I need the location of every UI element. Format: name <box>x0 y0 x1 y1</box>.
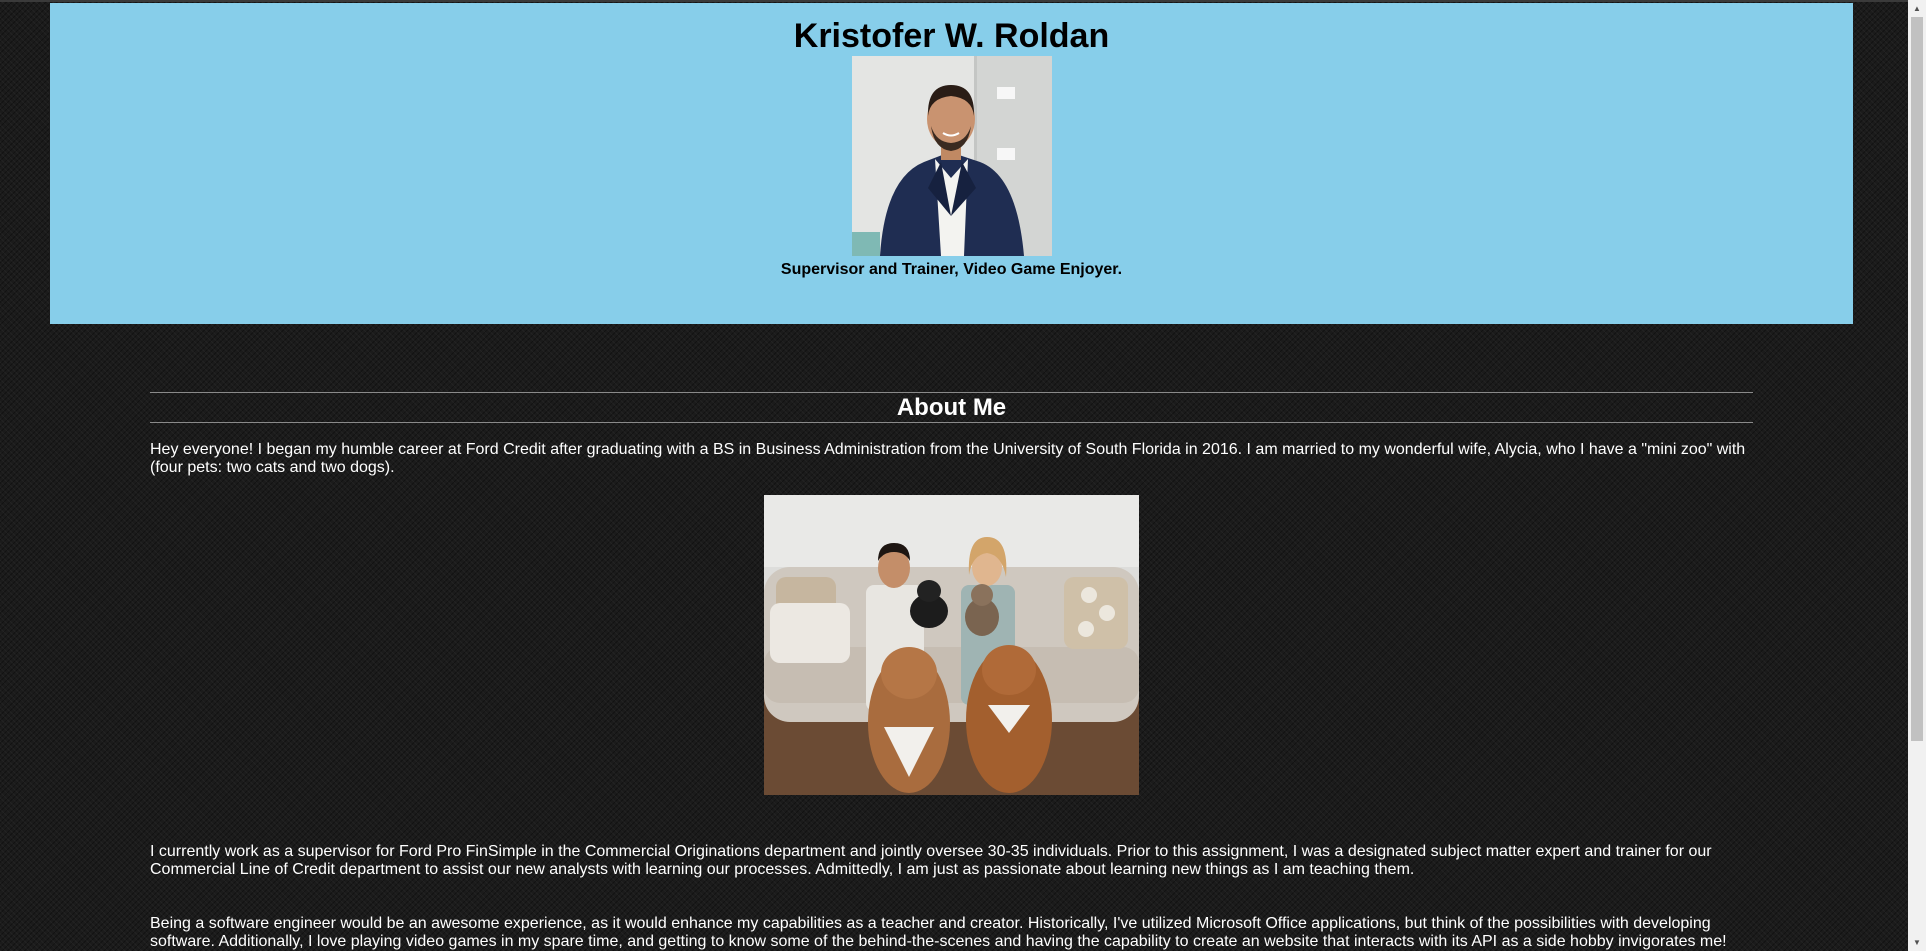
scroll-up-arrow-icon[interactable]: ▲ <box>1908 0 1926 17</box>
about-paragraph-3: Being a software engineer would be an aw… <box>150 915 1727 950</box>
family-photo <box>764 495 1139 795</box>
profile-photo <box>851 56 1052 256</box>
scrollbar-thumb[interactable] <box>1911 17 1923 741</box>
page-title: Kristofer W. Roldan <box>793 17 1110 55</box>
vertical-scrollbar[interactable]: ▲ ▼ <box>1908 0 1926 951</box>
about-paragraph-1: Hey everyone! I began my humble career a… <box>150 441 1746 476</box>
section-title-about: About Me <box>150 392 1753 423</box>
window-top-edge <box>0 0 1908 2</box>
page-header: Kristofer W. Roldan Supervisor and Train… <box>50 3 1853 324</box>
scroll-down-arrow-icon[interactable]: ▼ <box>1908 934 1926 951</box>
header-tagline: Supervisor and Trainer, Video Game Enjoy… <box>780 261 1123 278</box>
about-section: About Me Hey everyone! I began my humble… <box>150 392 1753 951</box>
about-paragraph-2: I currently work as a supervisor for For… <box>150 843 1712 878</box>
